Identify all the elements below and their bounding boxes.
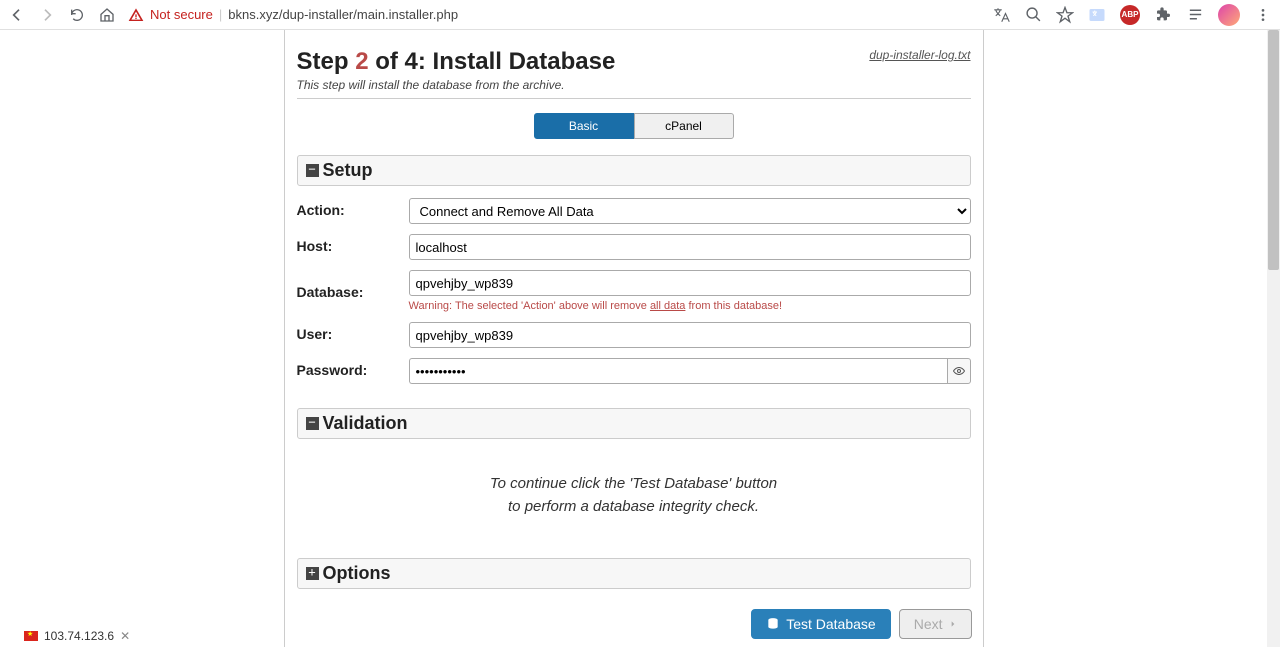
page-subtitle: This step will install the database from… bbox=[297, 78, 971, 92]
warning-icon bbox=[128, 7, 144, 23]
plus-icon: + bbox=[306, 567, 319, 580]
scrollbar-thumb[interactable] bbox=[1268, 30, 1279, 270]
star-icon[interactable] bbox=[1056, 6, 1074, 24]
test-database-button[interactable]: Test Database bbox=[751, 609, 891, 639]
home-button[interactable] bbox=[98, 6, 116, 24]
reading-list-icon[interactable] bbox=[1186, 6, 1204, 24]
host-label: Host: bbox=[297, 234, 409, 254]
address-bar[interactable]: Not secure | bkns.xyz/dup-installer/main… bbox=[128, 7, 980, 23]
log-link[interactable]: dup-installer-log.txt bbox=[869, 48, 970, 62]
minus-icon: − bbox=[306, 164, 319, 177]
toggle-password-button[interactable] bbox=[947, 358, 970, 384]
user-input[interactable] bbox=[409, 322, 971, 348]
next-button[interactable]: Next bbox=[899, 609, 972, 639]
validation-message: To continue click the 'Test Database' bu… bbox=[297, 449, 971, 558]
host-input[interactable] bbox=[409, 234, 971, 260]
action-select[interactable]: Connect and Remove All Data bbox=[409, 198, 971, 224]
divider bbox=[297, 98, 971, 99]
all-data-link[interactable]: all data bbox=[650, 300, 685, 312]
back-button[interactable] bbox=[8, 6, 26, 24]
tab-cpanel[interactable]: cPanel bbox=[634, 113, 734, 139]
tab-basic[interactable]: Basic bbox=[534, 113, 634, 139]
section-setup[interactable]: − Setup bbox=[297, 155, 971, 186]
password-input[interactable] bbox=[409, 358, 948, 384]
chevron-right-icon bbox=[949, 619, 957, 629]
security-status: Not secure bbox=[150, 7, 213, 22]
url-text: bkns.xyz/dup-installer/main.installer.ph… bbox=[228, 7, 458, 22]
minus-icon: − bbox=[306, 417, 319, 430]
scrollbar[interactable] bbox=[1267, 30, 1280, 647]
password-label: Password: bbox=[297, 358, 409, 378]
flag-icon bbox=[24, 631, 38, 641]
abp-icon[interactable]: ABP bbox=[1120, 5, 1140, 25]
translate-ext-icon[interactable] bbox=[1088, 6, 1106, 24]
tabs: Basic cPanel bbox=[297, 113, 971, 139]
page: Step 2 of 4: Install Database dup-instal… bbox=[284, 30, 984, 647]
status-bar: 103.74.123.6 ✕ bbox=[24, 629, 130, 643]
reload-button[interactable] bbox=[68, 6, 86, 24]
forward-button[interactable] bbox=[38, 6, 56, 24]
section-validation[interactable]: − Validation bbox=[297, 408, 971, 439]
menu-icon[interactable] bbox=[1254, 6, 1272, 24]
toolbar-right: ABP bbox=[992, 4, 1272, 26]
eye-icon bbox=[953, 365, 965, 377]
user-label: User: bbox=[297, 322, 409, 342]
browser-toolbar: Not secure | bkns.xyz/dup-installer/main… bbox=[0, 0, 1280, 30]
database-warning: Warning: The selected 'Action' above wil… bbox=[409, 300, 971, 312]
avatar[interactable] bbox=[1218, 4, 1240, 26]
translate-icon[interactable] bbox=[992, 6, 1010, 24]
page-title: Step 2 of 4: Install Database bbox=[297, 48, 616, 76]
footer: Test Database Next bbox=[0, 609, 1267, 647]
extensions-icon[interactable] bbox=[1154, 6, 1172, 24]
viewport: Step 2 of 4: Install Database dup-instal… bbox=[0, 30, 1267, 647]
database-label: Database: bbox=[297, 270, 409, 300]
database-icon bbox=[766, 617, 780, 631]
action-label: Action: bbox=[297, 198, 409, 218]
setup-form: Action: Connect and Remove All Data Host… bbox=[297, 198, 971, 384]
database-input[interactable] bbox=[409, 270, 971, 296]
section-options[interactable]: + Options bbox=[297, 558, 971, 589]
zoom-icon[interactable] bbox=[1024, 6, 1042, 24]
ip-text: 103.74.123.6 bbox=[44, 629, 114, 643]
close-icon[interactable]: ✕ bbox=[120, 629, 130, 643]
